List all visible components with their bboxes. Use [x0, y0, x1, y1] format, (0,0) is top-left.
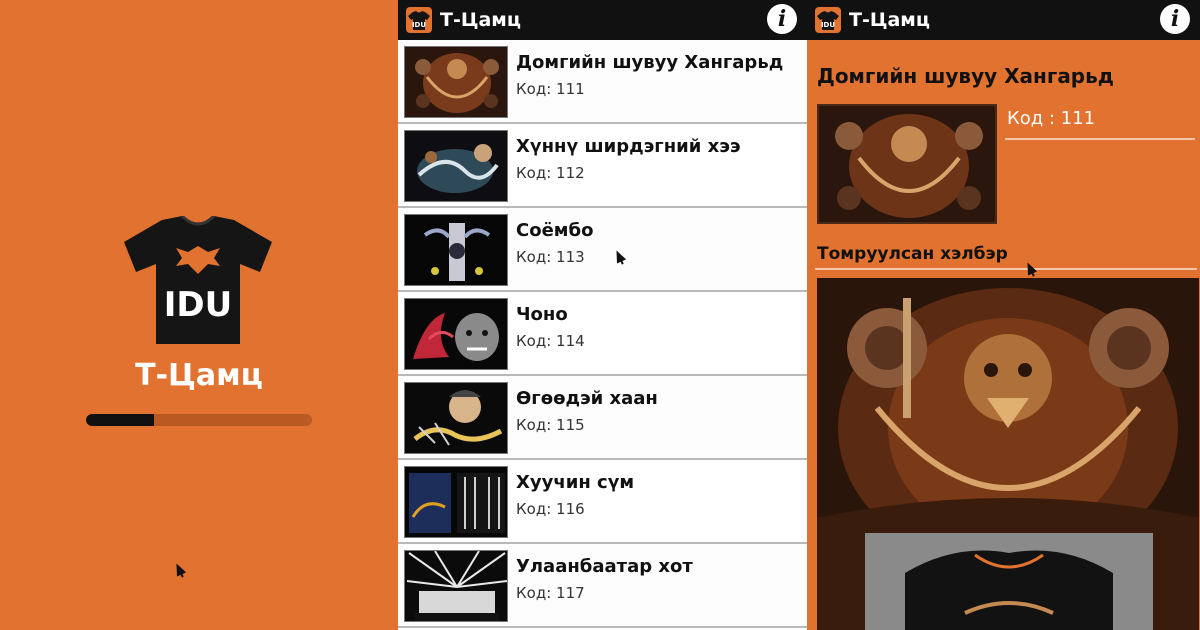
design-thumbnail [404, 298, 508, 370]
item-code: Код: 113 [516, 248, 585, 266]
item-code: Код: 114 [516, 332, 585, 350]
design-thumbnail [404, 130, 508, 202]
design-thumbnail [404, 466, 508, 538]
splash-title: Т-Цамц [135, 358, 263, 393]
list-item[interactable]: Соёмбо Код: 113 [398, 208, 807, 292]
list-screen: IDU Т-Цамц i Домгийн шувуу Хангарьд Код:… [398, 0, 807, 630]
header-title: Т-Цамц [440, 9, 521, 31]
design-thumbnail[interactable] [817, 104, 997, 224]
tshirt-icon: IDU [406, 7, 432, 33]
design-code: Код : 111 [1007, 108, 1096, 129]
item-code: Код: 112 [516, 164, 585, 182]
item-title: Чоно [516, 304, 568, 325]
progress-fill [86, 414, 154, 426]
enlarged-design-image [817, 278, 1199, 630]
list-item[interactable]: Чоно Код: 114 [398, 292, 807, 376]
tshirt-list: Домгийн шувуу Хангарьд Код: 111 Хүннү ши… [398, 40, 807, 628]
svg-text:IDU: IDU [412, 21, 426, 29]
list-item[interactable]: Хүннү ширдэгний хээ Код: 112 [398, 124, 807, 208]
title-bar: IDU Т-Цамц i [807, 0, 1200, 40]
divider [815, 268, 1197, 270]
detail-screen: IDU Т-Цамц i Домгийн шувуу Хангарьд Код … [807, 0, 1200, 630]
tshirt-logo-icon: IDU [124, 216, 272, 344]
cursor-icon [1022, 260, 1038, 276]
item-code: Код: 111 [516, 80, 585, 98]
header-title: Т-Цамц [849, 9, 930, 31]
list-item[interactable]: Улаанбаатар хот Код: 117 [398, 544, 807, 628]
design-thumbnail [404, 214, 508, 286]
list-item[interactable]: Хуучин сүм Код: 116 [398, 460, 807, 544]
list-item[interactable]: Өгөөдэй хаан Код: 115 [398, 376, 807, 460]
design-thumbnail [404, 382, 508, 454]
svg-text:IDU: IDU [821, 21, 835, 29]
item-code: Код: 117 [516, 584, 585, 602]
design-thumbnail [404, 46, 508, 118]
item-code: Код: 115 [516, 416, 585, 434]
cursor-icon [171, 561, 187, 577]
item-title: Домгийн шувуу Хангарьд [516, 52, 784, 73]
list-item[interactable]: Домгийн шувуу Хангарьд Код: 111 [398, 40, 807, 124]
item-title: Улаанбаатар хот [516, 556, 693, 577]
logo-text: IDU [164, 285, 232, 325]
info-icon[interactable]: i [1160, 4, 1190, 34]
item-code: Код: 116 [516, 500, 585, 518]
loading-progress-bar [86, 414, 312, 426]
divider [1005, 138, 1195, 140]
item-title: Соёмбо [516, 220, 594, 241]
tshirt-preview [865, 533, 1153, 630]
title-bar: IDU Т-Цамц i [398, 0, 807, 40]
design-title: Домгийн шувуу Хангарьд [817, 64, 1114, 88]
section-title: Томруулсан хэлбэр [817, 244, 1008, 264]
item-title: Өгөөдэй хаан [516, 388, 658, 409]
info-icon[interactable]: i [767, 4, 797, 34]
splash-screen: IDU Т-Цамц [0, 0, 398, 630]
design-thumbnail [404, 550, 508, 622]
tshirt-icon: IDU [815, 7, 841, 33]
item-title: Хүннү ширдэгний хээ [516, 136, 741, 157]
item-title: Хуучин сүм [516, 472, 635, 493]
